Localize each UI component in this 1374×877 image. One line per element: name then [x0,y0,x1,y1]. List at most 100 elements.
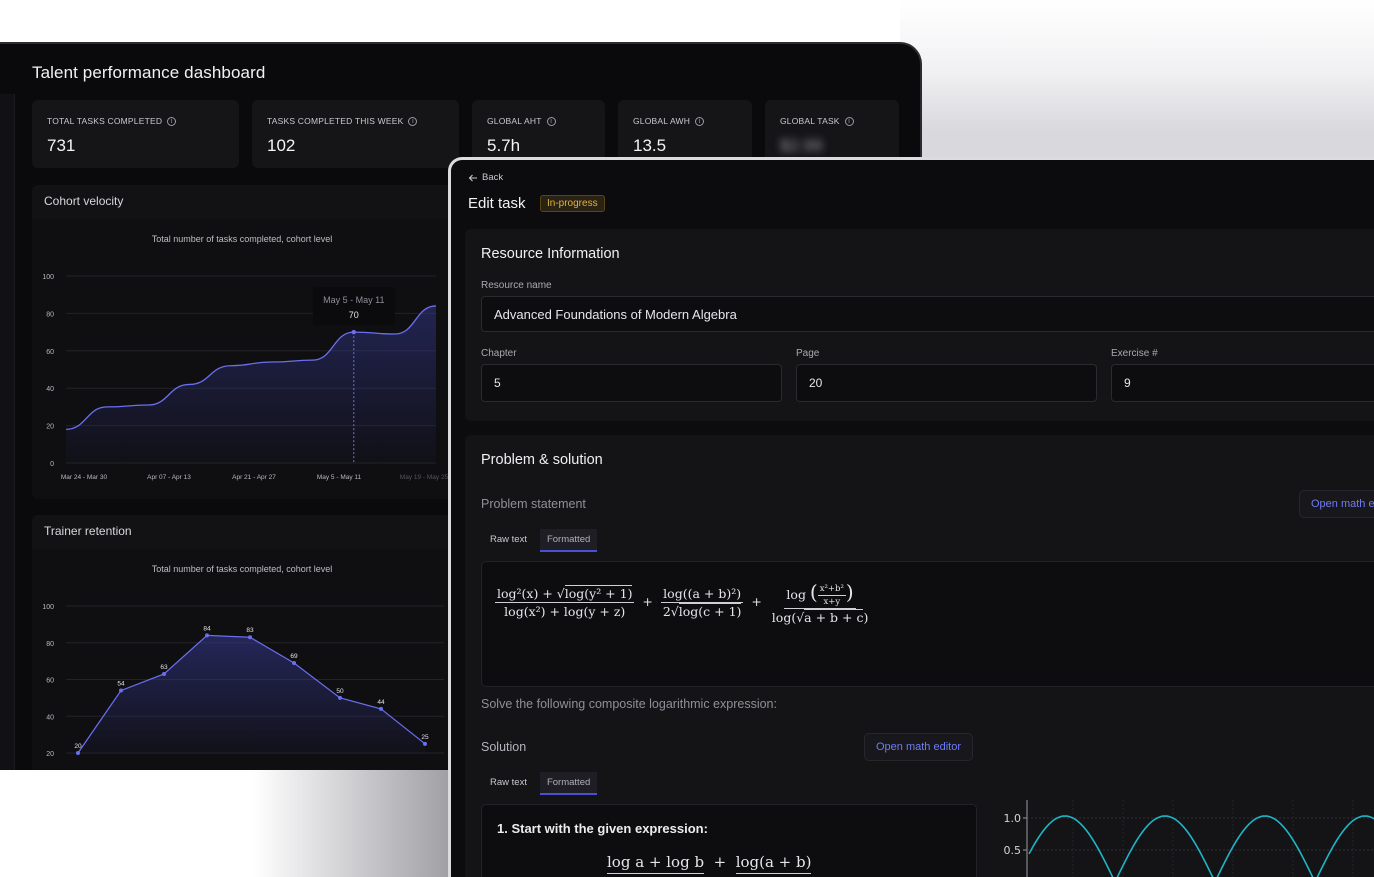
data-point [162,671,166,676]
chart-area: Total number of tasks completed, cohort … [32,219,452,499]
retention-chart: 20 40 60 80 100 20 54 63 84 83 69 50 44 25 [42,604,444,758]
data-label: 50 [336,688,344,695]
cohort-velocity-panel: Cohort velocity Total number of tasks co… [32,185,452,499]
resource-name-field[interactable]: Advanced Foundations of Modern Algebra [481,296,1374,332]
data-label: 84 [203,625,211,632]
stat-value: $2.99 [780,136,823,155]
problem-instruction: Solve the following composite logarithmi… [481,697,777,711]
exercise-field[interactable]: 9 [1111,364,1374,402]
solution-step-1: 1. Start with the given expression: [497,821,708,836]
problem-formula: log²(x) + √log(y² + 1) log(x²) + log(y + … [495,580,869,625]
page-field[interactable]: 20 [796,364,1097,402]
edit-task-title: Edit task [468,195,526,212]
exercise-label: Exercise # [1111,348,1158,359]
panel-title: Cohort velocity [44,194,124,208]
background-fade-bottom [0,770,460,877]
series-area [78,635,425,753]
arrow-left-icon [468,174,477,181]
y-tick-label: 1.0 [1004,812,1022,825]
problem-formula-box: log²(x) + √log(y² + 1) log(x²) + log(y + … [481,561,1374,687]
info-icon[interactable]: i [695,116,705,126]
data-point [379,706,383,711]
tab-raw-text[interactable]: Raw text [483,772,534,795]
stat-value: 5.7h [487,136,521,155]
page-label: Page [796,348,820,359]
stat-label: TASKS COMPLETED THIS WEEK [267,116,404,126]
y-tick-label: 100 [42,604,54,611]
stat-label: GLOBAL AWH [633,116,691,126]
sidebar-strip [0,94,15,770]
open-math-editor-button[interactable]: Open math editor [1299,490,1374,518]
solution-box: 1. Start with the given expression: log … [481,804,977,877]
series-area [66,305,436,463]
y-tick-label: 60 [46,678,54,685]
resource-card: Resource Information Resource name Advan… [465,229,1374,421]
sine-wave [1028,815,1374,877]
stat-card-tasks-week: TASKS COMPLETED THIS WEEK i 102 [252,100,459,168]
solution-formula-term-1: log a + log b [607,853,705,874]
y-tick-label: 0.5 [1004,844,1022,857]
info-icon[interactable]: i [844,116,854,126]
solution-formula: log a + log b + log(a + b) [607,853,812,874]
data-point [292,660,296,665]
trainer-retention-panel: Trainer retention Total number of tasks … [32,515,452,770]
y-tick-label: 60 [46,349,54,356]
data-label: 83 [246,627,254,634]
chart-area: Total number of tasks completed, cohort … [32,549,452,770]
data-label: 54 [117,681,125,688]
y-tick-label: 80 [46,311,54,318]
solution-tabs: Raw text Formatted [483,772,598,795]
tab-formatted[interactable]: Formatted [539,772,598,795]
problem-statement-label: Problem statement [481,497,586,511]
solution-label: Solution [481,740,527,754]
solution-open-math-editor-button[interactable]: Open math editor [864,733,973,761]
x-tick-label: Mar 24 - Mar 30 [61,474,108,481]
tab-formatted[interactable]: Formatted [539,529,598,552]
data-point [248,635,252,640]
edit-task-window: Back Edit task In-progress Resource Info… [448,157,1374,877]
problem-card: Problem & solution Problem statement Ope… [465,435,1374,877]
data-label: 20 [74,743,82,750]
problem-tabs: Raw text Formatted [483,529,598,552]
sine-plot: 1.0 0.5 [1004,800,1374,877]
back-label: Back [482,172,504,183]
stat-value: 13.5 [633,136,667,155]
y-tick-label: 20 [46,751,54,758]
info-icon[interactable]: i [546,116,556,126]
data-label: 63 [160,664,168,671]
resource-heading: Resource Information [481,246,620,262]
y-tick-label: 80 [46,641,54,648]
velocity-chart: 0 20 40 60 80 100 May 5 - May 11 70 Mar 24 - Mar… [42,274,449,481]
y-tick-label: 40 [46,714,54,721]
highlight-point [351,329,356,335]
chapter-field[interactable]: 5 [481,364,782,402]
data-point [119,688,123,693]
info-icon[interactable]: i [167,116,177,126]
problem-heading: Problem & solution [481,452,603,468]
data-point [205,633,209,638]
status-badge: In-progress [540,195,605,212]
chapter-label: Chapter [481,348,517,359]
stat-label: GLOBAL TASK [780,116,840,126]
x-tick-label: Apr 07 - Apr 13 [147,474,191,481]
stat-value: 102 [267,136,296,155]
tab-raw-text[interactable]: Raw text [483,529,534,552]
info-icon[interactable]: i [408,116,418,126]
data-point [423,741,427,746]
y-tick-label: 40 [46,386,54,393]
page-title: Talent performance dashboard [32,63,266,82]
stat-value: 731 [47,136,76,155]
data-label: 25 [421,734,429,741]
x-tick-label: Apr 21 - Apr 27 [232,474,276,481]
y-tick-label: 100 [42,274,54,281]
tooltip-range: May 5 - May 11 [323,295,384,305]
tooltip-value: 70 [349,310,359,320]
x-tick-label: May 19 - May 25 [400,474,449,481]
stat-card-total-tasks: TOTAL TASKS COMPLETED i 731 [32,100,239,168]
data-point [338,695,342,700]
panel-title: Trainer retention [44,524,132,538]
resource-name-label: Resource name [481,280,552,291]
back-link[interactable]: Back [468,172,503,183]
y-tick-label: 0 [50,461,54,468]
stat-label: TOTAL TASKS COMPLETED [47,116,163,126]
